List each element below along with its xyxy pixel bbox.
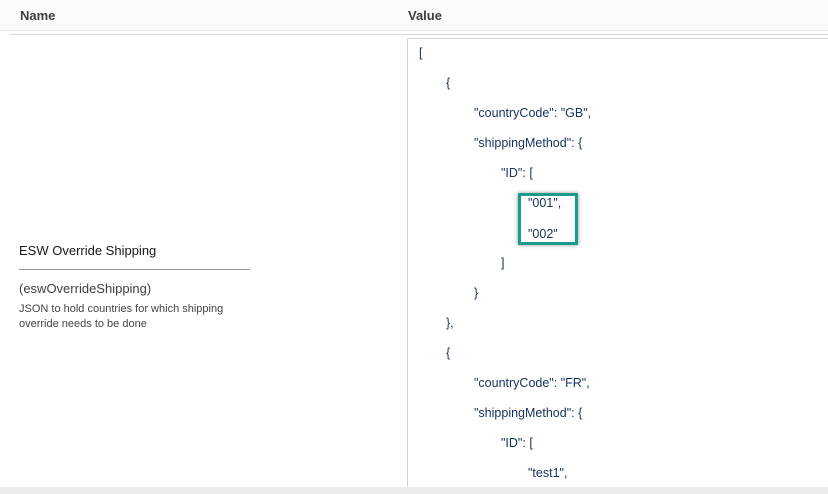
- json-line: [: [419, 46, 423, 60]
- json-line: },: [446, 316, 454, 330]
- json-line: "test1",: [528, 466, 568, 480]
- field-label-divider: [19, 269, 250, 270]
- field-label: ESW Override Shipping: [19, 243, 157, 258]
- json-line: "countryCode": "FR",: [474, 376, 590, 390]
- json-line: "ID": [: [501, 436, 533, 450]
- json-value-textarea[interactable]: [407, 38, 828, 494]
- record-detail-page: Name Value ESW Override Shipping (eswOve…: [0, 0, 828, 494]
- field-description: JSON to hold countries for which shippin…: [19, 303, 224, 330]
- bottom-scroll-bar: [0, 487, 828, 494]
- field-api-name: (eswOverrideShipping): [19, 281, 152, 296]
- table-header-row: Name Value: [0, 0, 828, 31]
- json-line: ]: [501, 256, 505, 270]
- json-line: {: [446, 346, 451, 360]
- json-line: "shippingMethod": {: [474, 406, 583, 420]
- header-divider: [10, 34, 828, 35]
- highlight-annotation-box: [518, 193, 578, 245]
- json-line: "ID": [: [501, 166, 533, 180]
- json-line: "shippingMethod": {: [474, 136, 583, 150]
- json-line: "countryCode": "GB",: [474, 106, 592, 120]
- name-column-header: Name: [20, 8, 56, 23]
- value-column-header: Value: [408, 8, 442, 23]
- json-line: }: [474, 286, 479, 300]
- json-line: {: [446, 76, 451, 90]
